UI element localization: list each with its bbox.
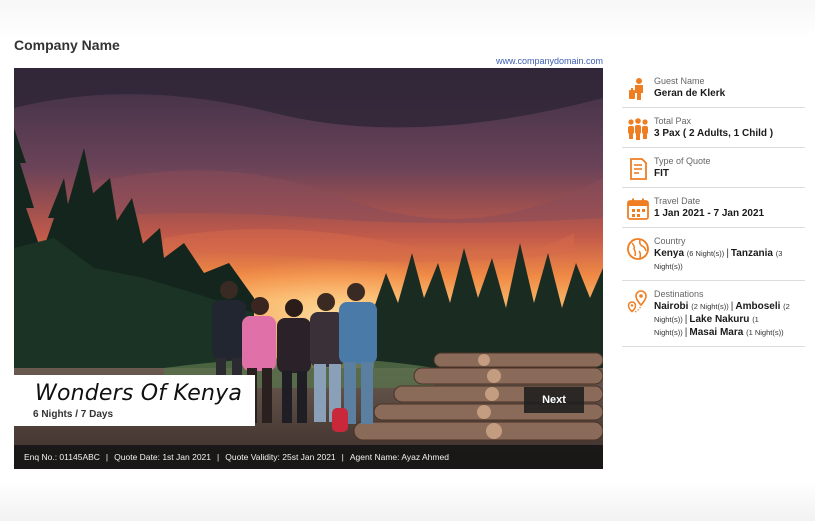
quote-date: Quote Date: 1st Jan 2021 xyxy=(114,452,212,462)
separator: | xyxy=(341,452,344,462)
destination-name: Lake Nakuru xyxy=(689,314,750,325)
quote-type-label: Type of Quote xyxy=(654,156,711,166)
destination-nights: (2 Night(s)) xyxy=(691,302,729,311)
calendar-icon xyxy=(627,198,649,220)
country-label: Country xyxy=(654,236,686,246)
quote-type-value: FIT xyxy=(654,168,669,179)
destination-name: Amboseli xyxy=(735,301,781,312)
country-name: Kenya xyxy=(654,248,685,259)
globe-icon xyxy=(627,238,649,260)
separator: | xyxy=(217,452,220,462)
destination-name: Nairobi xyxy=(654,301,689,312)
group-people-icon xyxy=(628,118,648,140)
total-pax-value: 3 Pax ( 2 Adults, 1 Child ) xyxy=(654,128,774,139)
document-icon xyxy=(630,158,647,180)
quote-type-item: Type of Quote FIT xyxy=(622,148,805,188)
guest-person-icon xyxy=(629,78,643,100)
country-name: Tanzania xyxy=(730,248,773,259)
company-domain-link[interactable]: www.companydomain.com xyxy=(494,56,603,66)
country-nights: (6 Night(s)) xyxy=(686,249,725,258)
quote-details-panel: Guest Name Geran de Klerk Total Pax 3 Pa… xyxy=(622,68,805,347)
separator: | xyxy=(105,452,109,462)
next-button[interactable]: Next xyxy=(524,387,584,413)
separator: | xyxy=(726,248,729,259)
map-pin-icon xyxy=(627,290,647,313)
destination-nights: (1 Night(s)) xyxy=(746,328,784,337)
quote-validity: Quote Validity: 25st Jan 2021 xyxy=(225,452,336,462)
travel-date-value: 1 Jan 2021 - 7 Jan 2021 xyxy=(654,208,765,219)
destinations-item: Destinations Nairobi (2 Night(s)) | Ambose… xyxy=(622,281,805,347)
travel-date-label: Travel Date xyxy=(654,196,701,206)
destinations-list: Nairobi (2 Night(s)) | Amboseli (2 Night(s… xyxy=(654,300,805,339)
hero-banner: Wonders Of Kenya 6 Nights / 7 Days Next … xyxy=(14,68,603,469)
total-pax-item: Total Pax 3 Pax ( 2 Adults, 1 Child ) xyxy=(622,108,805,148)
total-pax-label: Total Pax xyxy=(654,116,692,126)
travel-date-item: Travel Date 1 Jan 2021 - 7 Jan 2021 xyxy=(622,188,805,228)
agent-name: Agent Name: Ayaz Ahmed xyxy=(349,452,449,462)
guest-name-item: Guest Name Geran de Klerk xyxy=(622,68,805,108)
country-item: Country Kenya (6 Night(s)) | Tanzania (3 N… xyxy=(622,228,805,281)
company-name: Company Name xyxy=(14,37,120,53)
enquiry-number: Enq No.: 01145ABC xyxy=(24,452,100,462)
country-list: Kenya (6 Night(s)) | Tanzania (3 Night(s)) xyxy=(654,247,805,273)
destinations-label: Destinations xyxy=(654,289,704,299)
trip-title-card: Wonders Of Kenya 6 Nights / 7 Days xyxy=(14,375,255,426)
guest-name-label: Guest Name xyxy=(654,76,705,86)
trip-duration: 6 Nights / 7 Days xyxy=(33,409,114,420)
trip-title: Wonders Of Kenya xyxy=(35,381,243,406)
guest-name-value: Geran de Klerk xyxy=(654,88,726,99)
quote-info-bar: Enq No.: 01145ABC | Quote Date: 1st Jan 20… xyxy=(14,445,603,469)
destination-name: Masai Mara xyxy=(689,327,744,338)
